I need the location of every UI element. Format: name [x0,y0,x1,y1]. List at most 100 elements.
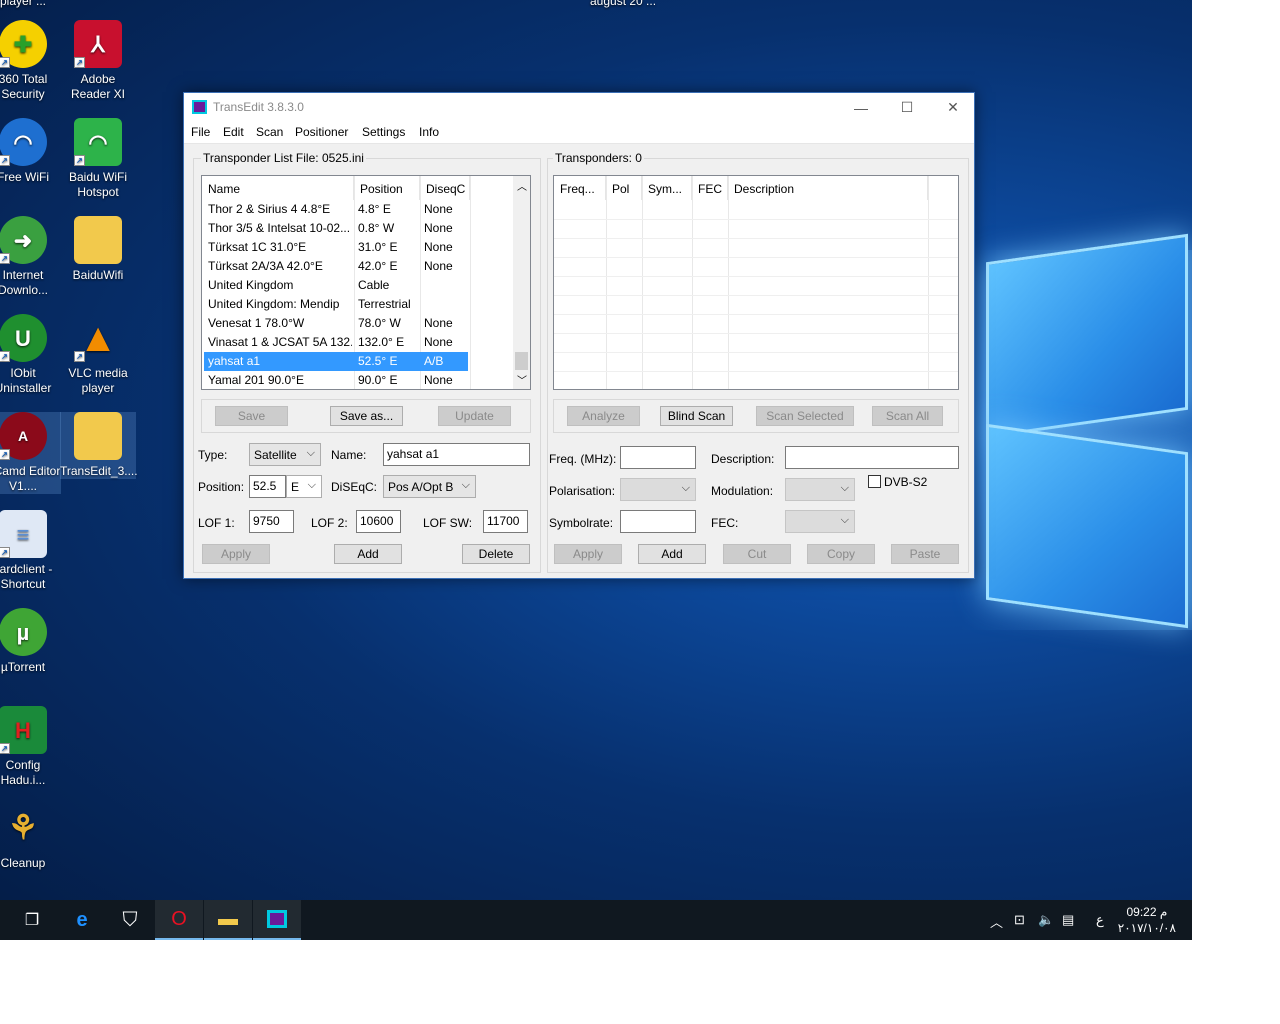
menu-settings[interactable]: Settings [362,125,405,139]
input-language[interactable]: ع [1096,912,1104,928]
menu-info[interactable]: Info [419,125,439,139]
satellite-row[interactable]: Türksat 2A/3A 42.0°E 42.0° E None [204,257,468,276]
cut-button[interactable]: Cut [723,544,791,564]
transponder-list[interactable]: Freq... Pol Sym... FEC Description [553,175,959,390]
satellite-name: United Kingdom: Mendip [208,297,340,311]
desktop-icon-cardclient[interactable]: ≡↗ cardclient - Shortcut [0,510,61,592]
satellite-row[interactable]: yahsat a1 52.5° E A/B [204,352,468,371]
type-select[interactable]: Satellite ⌵ [249,443,321,466]
column-header-description[interactable]: Description [728,176,928,200]
polarisation-select[interactable]: ⌵ [620,478,696,501]
satellite-position: 132.0° E [358,335,405,349]
minimize-button[interactable]: — [838,93,884,122]
action-center-icon[interactable]: ▤ [1062,912,1074,928]
desktop-icon-acamd-editor[interactable]: A↗ ACamd Editor V1.... [0,412,61,494]
menu-positioner[interactable]: Positioner [295,125,348,139]
lofsw-input[interactable]: 11700 [483,510,528,533]
column-header-position[interactable]: Position [354,176,420,200]
left-delete-button[interactable]: Delete [462,544,530,564]
desktop-icon-config-hadu[interactable]: H ↗ Config Hadu.i... [0,706,61,788]
freq-input[interactable] [620,446,696,469]
satellite-row[interactable]: United Kingdom Cable [204,276,468,295]
satellite-list[interactable]: Name Position DiseqC Thor 2 & Sirius 4 4… [201,175,531,390]
satellite-row[interactable]: Venesat 1 78.0°W 78.0° W None [204,314,468,333]
description-input[interactable] [785,446,959,469]
desktop-icon-transedit-folder[interactable]: TransEdit_3.... [60,412,138,479]
satellite-row[interactable]: United Kingdom: Mendip Terrestrial [204,295,468,314]
position-input[interactable]: 52.5 [249,475,286,498]
column-header-sym[interactable]: Sym... [642,176,692,200]
show-hidden-icons-icon[interactable]: ︿ [990,912,1003,931]
desktop-icon-internet-download[interactable]: ➜ ↗ Internet Downlo... [0,216,61,298]
scroll-down-arrow-icon[interactable]: ﹀ [517,372,527,387]
chevron-down-icon: ⌵ [840,514,849,526]
close-button[interactable]: ✕ [930,93,976,122]
lof2-input[interactable]: 10600 [356,510,401,533]
column-header-diseqc[interactable]: DiseqC [420,176,470,200]
desktop-icon-360-total-security[interactable]: ✚ ↗ 360 Total Security [0,20,61,102]
paste-button[interactable]: Paste [891,544,959,564]
folder-icon [74,216,122,264]
title-bar[interactable]: TransEdit 3.8.3.0 — ☐ ✕ [184,93,974,122]
clock[interactable]: 09:22 م ٢٠١٧/١٠/٠٨ [1118,904,1176,936]
satellite-row[interactable]: Türksat 1C 31.0°E 31.0° E None [204,238,468,257]
symbolrate-input[interactable] [620,510,696,533]
adobe-reader-icon: ⅄ ↗ [74,20,122,68]
menu-scan[interactable]: Scan [256,125,283,139]
diseqc-select[interactable]: Pos A/Opt B ⌵ [383,475,476,498]
right-apply-button[interactable]: Apply [554,544,622,564]
column-header-freq[interactable]: Freq... [554,176,606,200]
store-icon[interactable]: ⛉ [106,900,154,940]
desktop-icon-baiduwifi-folder[interactable]: BaiduWifi [60,216,136,283]
edge-browser-icon[interactable]: e [58,900,106,940]
name-input[interactable]: yahsat a1 [383,443,530,466]
network-icon[interactable]: ⊡ [1014,912,1025,928]
column-header-fec[interactable]: FEC [692,176,728,200]
copy-button[interactable]: Copy [807,544,875,564]
position-direction-select[interactable]: E ⌵ [286,475,322,498]
satellite-row[interactable]: Yamal 201 90.0°E 90.0° E None [204,371,468,389]
desktop-icon-free-wifi[interactable]: ◠ ↗ Free WiFi [0,118,61,185]
save-button[interactable]: Save [215,406,288,426]
satellite-list-scrollbar[interactable]: ︿ ﹀ [513,176,530,389]
desktop-cut-label-left: player ... [0,0,47,8]
transedit-taskbar-icon[interactable] [253,900,301,940]
desktop-icon-cleanup[interactable]: ⚘ Cleanup [0,804,61,871]
left-apply-button[interactable]: Apply [202,544,270,564]
opera-browser-icon[interactable]: O [155,900,203,940]
diseqc-select-value: Pos A/Opt B [388,480,454,494]
desktop-icon-baidu-wifi-hotspot[interactable]: ◠ ↗ Baidu WiFi Hotspot [60,118,136,200]
right-add-button[interactable]: Add [638,544,706,564]
modulation-select[interactable]: ⌵ [785,478,855,501]
update-button[interactable]: Update [438,406,511,426]
desktop-icon-adobe-reader[interactable]: ⅄ ↗ Adobe Reader XI [60,20,136,102]
desktop-icon-iobit-uninstaller[interactable]: U ↗ IObit Uninstaller [0,314,61,396]
save-as-button[interactable]: Save as... [330,406,403,426]
satellite-diseqc: None [424,221,453,235]
scrollbar-thumb[interactable] [515,352,528,370]
task-view-icon[interactable]: ❐ [8,900,56,940]
fec-select[interactable]: ⌵ [785,510,855,533]
volume-icon[interactable]: 🔈 [1038,912,1054,928]
transedit-app-icon [192,100,207,114]
analyze-button[interactable]: Analyze [567,406,640,426]
satellite-row[interactable]: Vinasat 1 & JCSAT 5A 132... 132.0° E None [204,333,468,352]
column-header-name[interactable]: Name [202,176,354,200]
blind-scan-button[interactable]: Blind Scan [660,406,733,426]
maximize-button[interactable]: ☐ [884,93,930,122]
file-explorer-icon[interactable]: ▬ [204,900,252,940]
menu-file[interactable]: File [191,125,210,139]
desktop-icon-vlc[interactable]: ▲ ↗ VLC media player [60,314,136,396]
menu-edit[interactable]: Edit [223,125,244,139]
desktop-icon-utorrent[interactable]: µ µTorrent [0,608,61,675]
scroll-up-arrow-icon[interactable]: ︿ [517,178,527,193]
scan-all-button[interactable]: Scan All [872,406,943,426]
column-header-pol[interactable]: Pol [606,176,642,200]
satellite-row[interactable]: Thor 2 & Sirius 4 4.8°E 4.8° E None [204,200,468,219]
satellite-diseqc: None [424,202,453,216]
scan-selected-button[interactable]: Scan Selected [756,406,854,426]
lof1-input[interactable]: 9750 [249,510,294,533]
satellite-row[interactable]: Thor 3/5 & Intelsat 10-02... 0.8° W None [204,219,468,238]
dvbs2-checkbox[interactable] [868,475,881,488]
left-add-button[interactable]: Add [334,544,402,564]
